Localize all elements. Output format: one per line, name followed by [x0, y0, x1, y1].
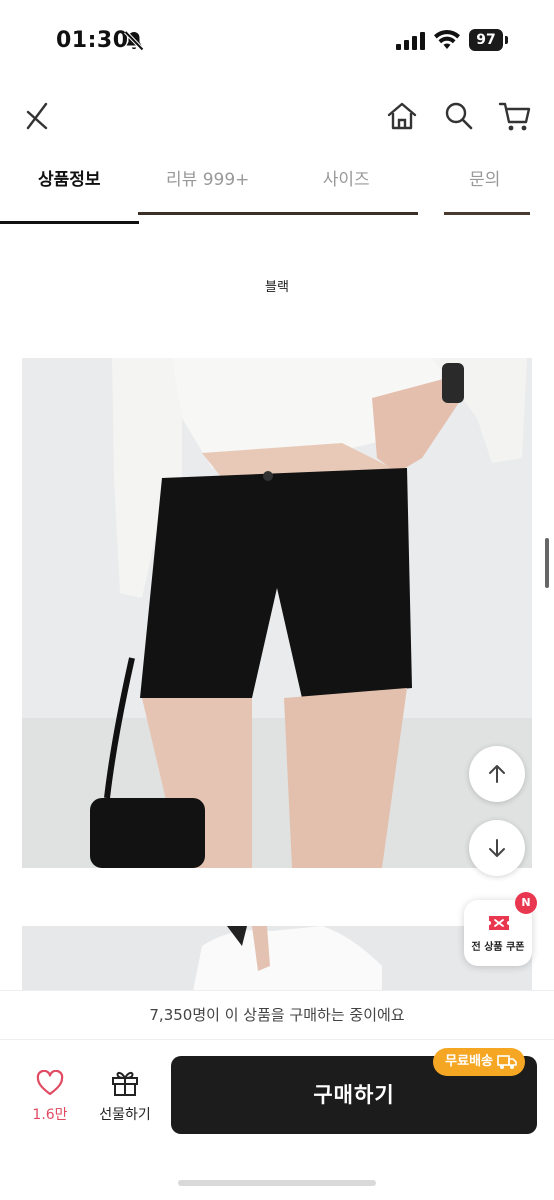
scrollbar[interactable] [545, 538, 549, 588]
search-icon[interactable] [441, 98, 477, 134]
bottom-action-bar: 1.6만 선물하기 구매하기 무료배송 [0, 1040, 554, 1200]
gift-button[interactable]: 선물하기 [92, 1068, 158, 1124]
buy-label: 구매하기 [313, 1083, 395, 1107]
like-count: 1.6만 [32, 1107, 68, 1123]
free-shipping-badge: 무료배송 [433, 1048, 525, 1076]
heart-icon [36, 1069, 64, 1096]
battery-level: 97 [469, 29, 503, 51]
new-badge: N [515, 892, 537, 914]
cellular-signal-icon [396, 32, 425, 50]
gift-label: 선물하기 [99, 1107, 151, 1123]
tab-inquiry[interactable]: 문의 [416, 158, 554, 213]
tab-product-info[interactable]: 상품정보 [0, 158, 139, 224]
tab-reviews[interactable]: 리뷰 999+ [139, 158, 278, 213]
battery-indicator: 97 [469, 29, 509, 51]
home-icon[interactable] [384, 98, 420, 134]
color-caption: 블랙 [265, 280, 289, 295]
home-indicator[interactable] [178, 1180, 376, 1186]
wifi-icon [434, 30, 460, 49]
product-photo-next [22, 926, 532, 996]
top-nav-bar [0, 84, 554, 154]
scroll-bottom-button[interactable] [469, 820, 525, 876]
arrow-down-icon [489, 839, 505, 857]
cart-icon[interactable] [497, 98, 533, 134]
buy-button[interactable]: 구매하기 무료배송 [171, 1048, 537, 1134]
truck-icon [497, 1055, 517, 1069]
tab-size[interactable]: 사이즈 [277, 158, 416, 213]
all-products-coupon-button[interactable]: 전 상품 쿠폰 N [464, 892, 537, 966]
product-tabs: 상품정보 리뷰 999+ 사이즈 문의 [0, 158, 554, 224]
scroll-top-button[interactable] [469, 746, 525, 802]
gift-icon [112, 1071, 138, 1096]
arrow-up-icon [489, 765, 505, 783]
product-photo [22, 358, 532, 868]
status-time: 01:30 [56, 28, 129, 53]
status-bar: 01:30 97 [0, 0, 554, 84]
back-button[interactable] [20, 98, 56, 134]
coupon-icon [489, 916, 509, 930]
bell-muted-icon [124, 30, 144, 51]
free-shipping-label: 무료배송 [445, 1054, 493, 1069]
previous-photo-edge [0, 212, 554, 215]
coupon-label: 전 상품 쿠폰 [471, 942, 525, 953]
like-button[interactable]: 1.6만 [24, 1069, 76, 1124]
purchase-activity-notice: 7,350명이 이 상품을 구매하는 중이에요 [0, 990, 554, 1040]
